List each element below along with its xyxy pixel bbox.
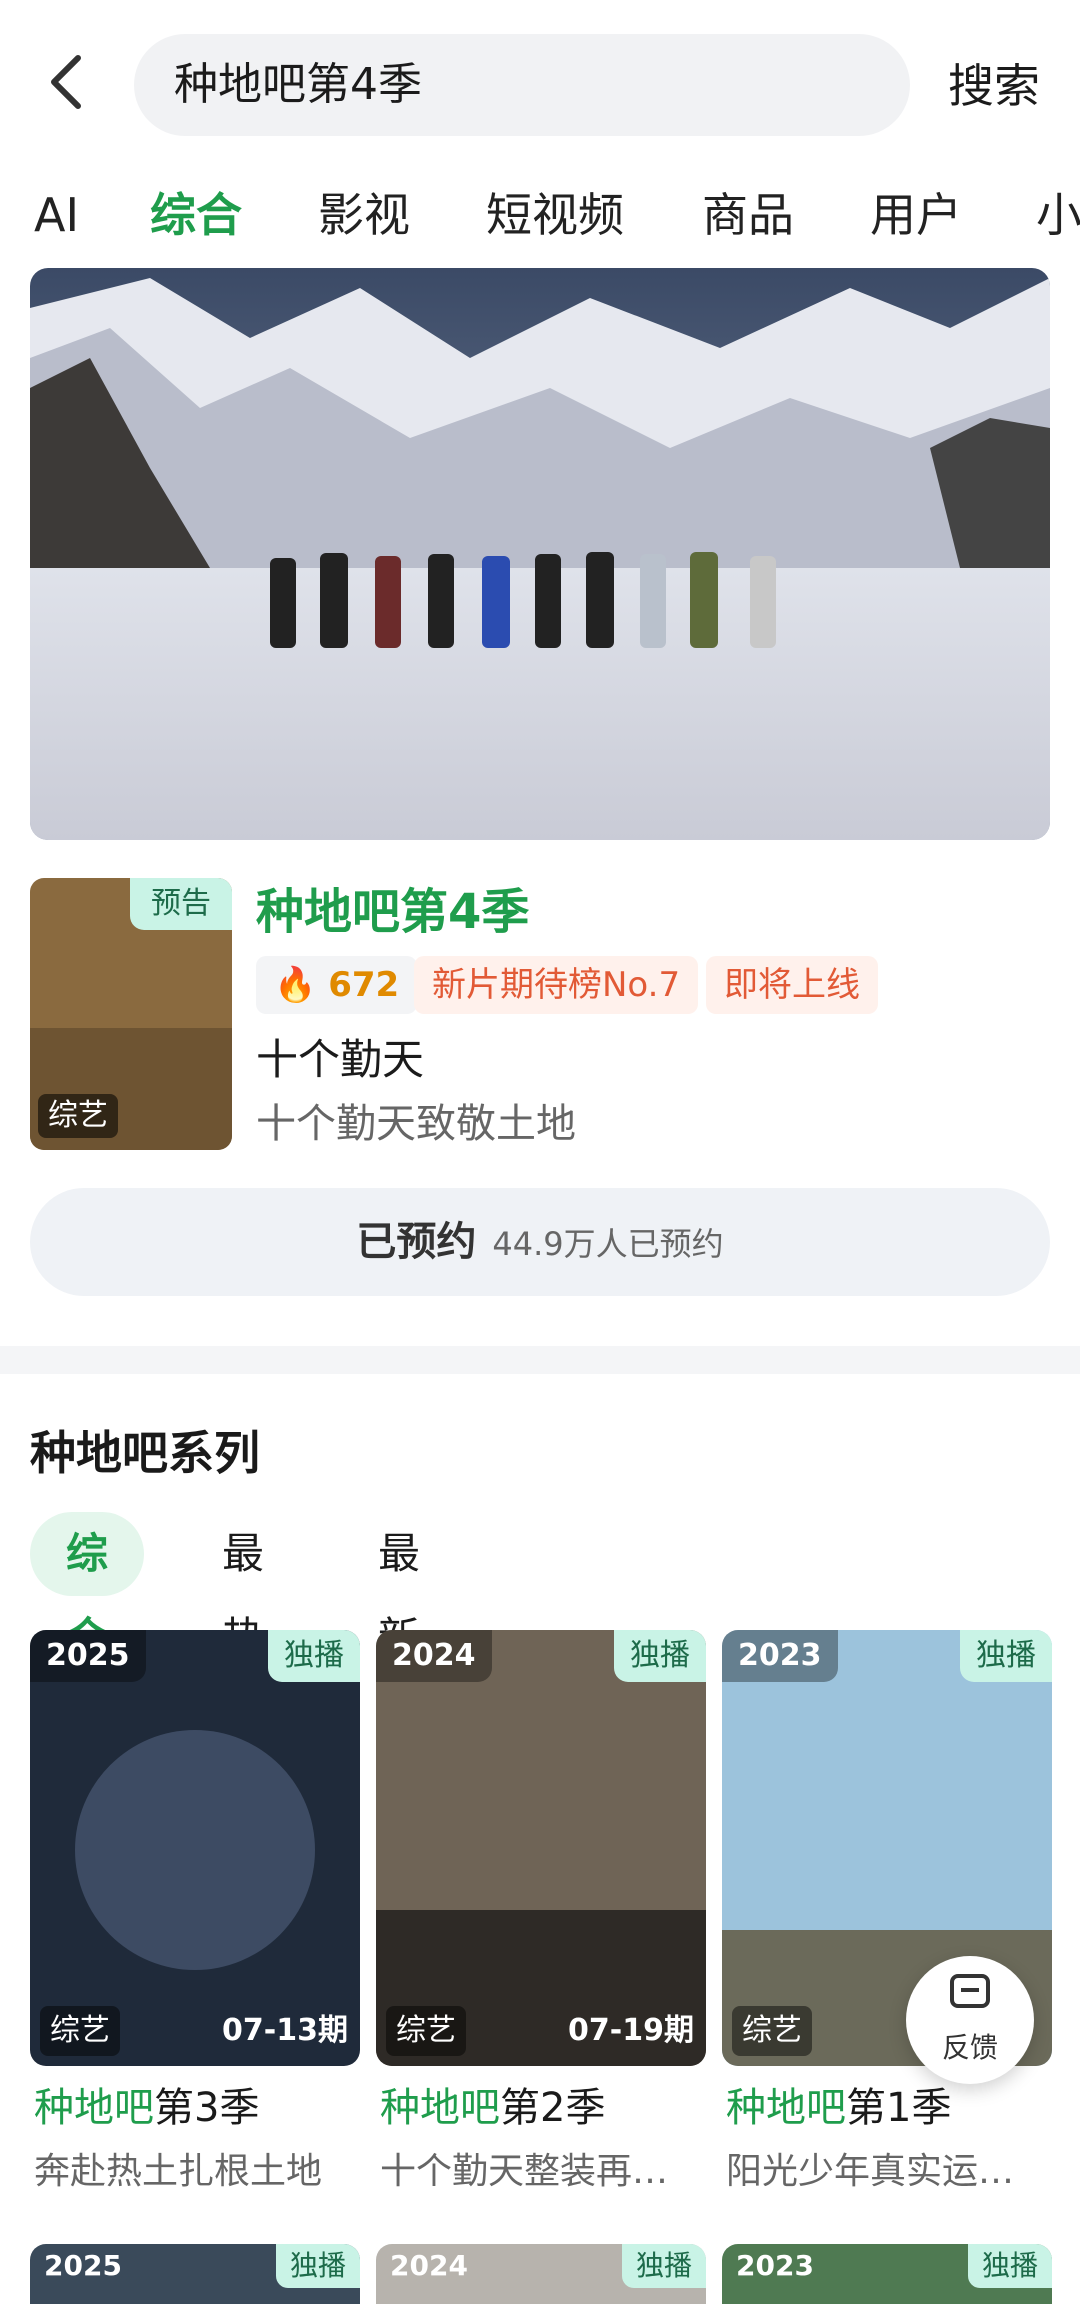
card-year: 2025: [30, 1630, 146, 1682]
fire-icon: 🔥: [274, 965, 317, 1005]
card-year: 2024: [390, 2249, 468, 2282]
search-query: 种地吧第4季: [174, 59, 422, 110]
exclusive-badge: 独播: [960, 1630, 1052, 1682]
search-input[interactable]: 种地吧第4季: [134, 34, 910, 136]
card-subtitle: 阳光少年真实运…: [726, 2151, 1015, 2192]
chat-icon: [950, 1974, 990, 2008]
tab-all[interactable]: 综合: [150, 180, 242, 250]
heat-value: 672: [328, 965, 400, 1005]
series-card-peek[interactable]: 2024 独播: [376, 2244, 706, 2304]
reserve-count: 44.9万人已预约: [492, 1225, 724, 1263]
back-arrow-icon[interactable]: [44, 52, 88, 112]
show-subtitle: 十个勤天: [256, 1035, 425, 1084]
reserve-button[interactable]: 已预约 44.9万人已预约: [30, 1188, 1050, 1296]
filter-hot[interactable]: 最热: [222, 1512, 264, 1662]
genre-tag: 综艺: [732, 2006, 812, 2056]
status-chip: 即将上线: [706, 956, 878, 1014]
card-title[interactable]: 种地吧第2季: [380, 2080, 720, 2136]
filter-all[interactable]: 综合: [30, 1512, 145, 1662]
reserve-label: 已预约: [356, 1219, 477, 1265]
genre-tag: 综艺: [386, 2006, 466, 2056]
tab-users[interactable]: 用户: [870, 180, 962, 250]
series-card-peek[interactable]: 2023 独播: [722, 2244, 1052, 2304]
exclusive-badge: 独播: [275, 2244, 360, 2288]
tab-more[interactable]: 小: [1036, 180, 1080, 250]
card-year: 2023: [736, 2249, 814, 2282]
heat-badge: 🔥 672: [256, 956, 418, 1014]
show-poster[interactable]: 预告 综艺: [30, 878, 232, 1150]
show-title[interactable]: 种地吧第4季: [256, 880, 529, 944]
card-subtitle: 十个勤天整装再…: [380, 2151, 669, 2192]
exclusive-badge: 独播: [268, 1630, 360, 1682]
card-title[interactable]: 种地吧第3季: [34, 2080, 374, 2136]
feedback-label: 反馈: [941, 2031, 998, 2064]
tab-products[interactable]: 商品: [702, 180, 794, 250]
card-subtitle: 奔赴热土扎根土地: [34, 2151, 323, 2192]
exclusive-badge: 独播: [614, 1630, 706, 1682]
hero-image[interactable]: [30, 268, 1050, 840]
card-year: 2025: [44, 2249, 122, 2282]
exclusive-badge: 独播: [967, 2244, 1052, 2288]
trailer-badge: 预告: [130, 878, 232, 930]
card-year: 2024: [376, 1630, 492, 1682]
genre-tag: 综艺: [40, 2006, 120, 2056]
tab-video[interactable]: 影视: [318, 180, 410, 250]
top-bar: 种地吧第4季 搜索: [0, 0, 1080, 170]
feedback-button[interactable]: 反馈: [906, 1956, 1034, 2084]
genre-tag: 综艺: [38, 1094, 118, 1138]
tab-ai[interactable]: AI: [34, 180, 79, 250]
episode-label: 07-13期: [222, 2013, 348, 2048]
card-year: 2023: [722, 1630, 838, 1682]
section-divider: [0, 1346, 1080, 1374]
series-title: 种地吧系列: [30, 1426, 260, 1480]
series-card[interactable]: 2025 独播 综艺 07-13期: [30, 1630, 360, 2066]
tab-short-video[interactable]: 短视频: [486, 180, 624, 250]
series-card[interactable]: 2024 独播 综艺 07-19期: [376, 1630, 706, 2066]
rank-chip[interactable]: 新片期待榜No.7: [414, 956, 699, 1014]
category-tabs: AI 综合 影视 短视频 商品 用户 小: [0, 170, 1080, 262]
card-title[interactable]: 种地吧第1季: [726, 2080, 1066, 2136]
exclusive-badge: 独播: [621, 2244, 706, 2288]
filter-new[interactable]: 最新: [378, 1512, 420, 1662]
search-button[interactable]: 搜索: [948, 46, 1040, 126]
show-description: 十个勤天致敬土地: [256, 1101, 576, 1147]
episode-label: 07-19期: [568, 2013, 694, 2048]
series-card-peek[interactable]: 2025 独播: [30, 2244, 360, 2304]
